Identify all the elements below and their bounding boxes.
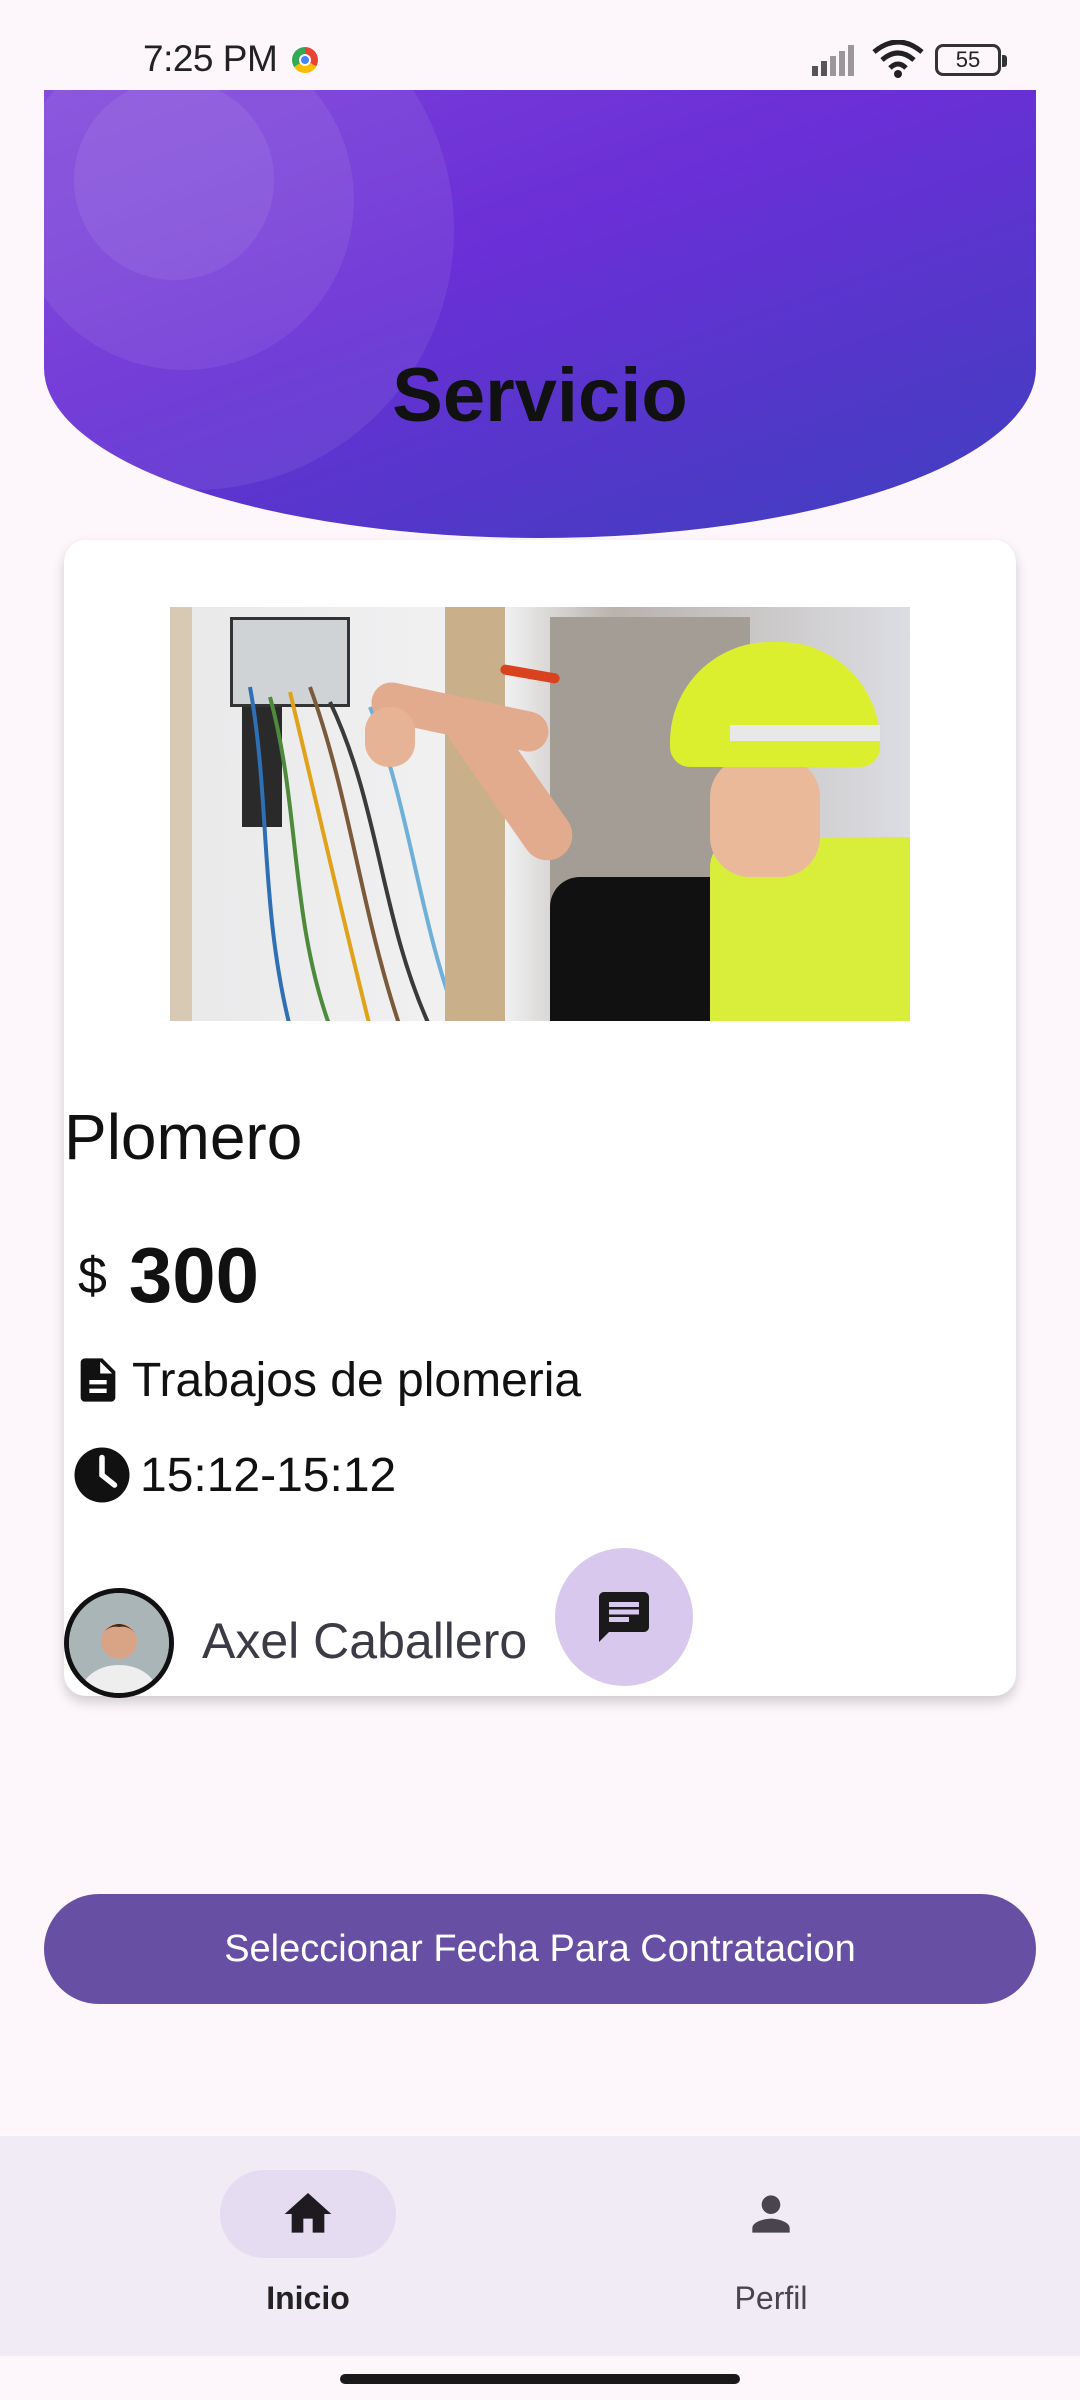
nav-item-perfil[interactable]: Perfil — [671, 2170, 871, 2317]
chat-button[interactable] — [555, 1548, 693, 1686]
bottom-nav: Inicio Perfil — [0, 2136, 1080, 2356]
page-title: Servicio — [392, 353, 688, 438]
document-icon — [80, 1358, 116, 1402]
currency-symbol: $ — [78, 1246, 107, 1305]
status-time: 7:25 PM — [143, 38, 278, 79]
nav-label-perfil: Perfil — [734, 2280, 808, 2316]
avatar-photo — [69, 1593, 169, 1693]
service-card: Plomero $ 300 Trabajos de plomeria 15:12… — [64, 540, 1016, 1698]
header-banner — [44, 90, 1036, 538]
description-row: Trabajos de plomeria — [72, 1350, 581, 1410]
service-name: Plomero — [64, 1101, 303, 1173]
wifi-icon — [872, 40, 924, 78]
service-description: Trabajos de plomeria — [132, 1353, 582, 1407]
nav-label-inicio: Inicio — [266, 2280, 350, 2316]
service-schedule: 15:12-15:12 — [140, 1448, 397, 1502]
nav-pill-inicio — [220, 2170, 396, 2258]
schedule-row: 15:12-15:12 — [72, 1445, 396, 1505]
signal-icon — [812, 45, 854, 76]
service-price: 300 — [128, 1231, 260, 1319]
nav-item-inicio[interactable]: Inicio — [208, 2170, 408, 2317]
person-icon — [752, 2195, 790, 2233]
provider-name[interactable]: Axel Caballero — [202, 1612, 527, 1670]
home-icon — [284, 2193, 332, 2233]
chat-icon — [599, 1592, 649, 1642]
select-date-button[interactable]: Seleccionar Fecha Para Contratacion — [44, 1894, 1036, 2004]
price-row: $ 300 — [78, 1230, 259, 1321]
battery-icon: 55 — [935, 44, 1007, 76]
clock-icon — [74, 1447, 130, 1503]
chrome-icon — [292, 47, 318, 73]
nav-pill-perfil — [683, 2170, 859, 2258]
home-indicator[interactable] — [340, 2374, 740, 2384]
service-image — [170, 607, 910, 1021]
status-bar: 7:25 PM 55 — [0, 0, 1080, 90]
avatar[interactable] — [64, 1588, 174, 1698]
